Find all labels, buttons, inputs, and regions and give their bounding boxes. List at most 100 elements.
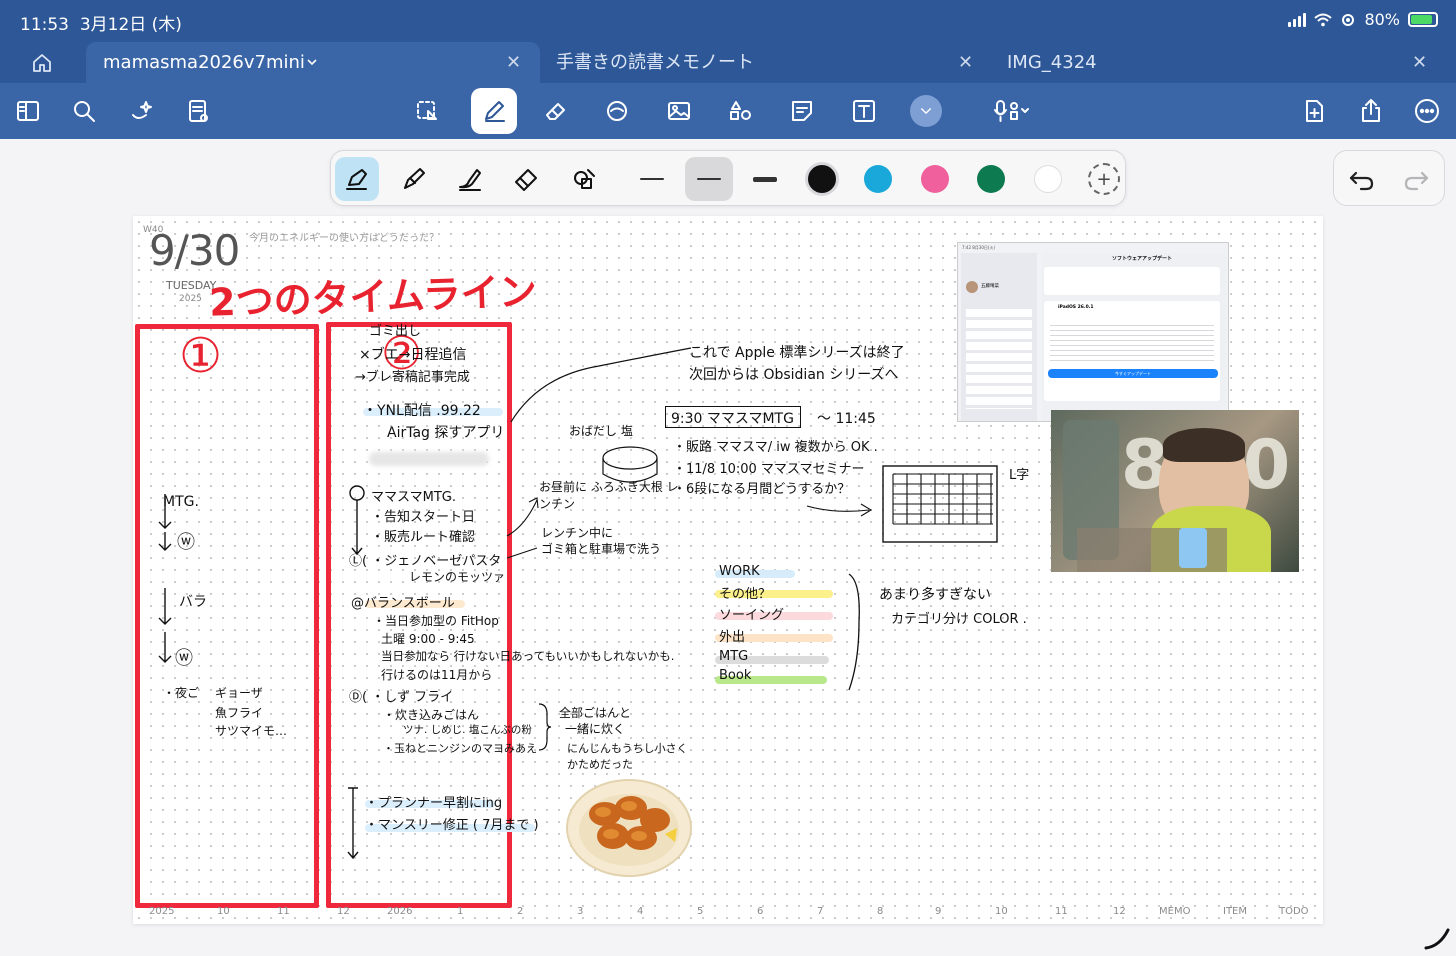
month-index-item[interactable]: 7: [817, 906, 823, 917]
month-index-item[interactable]: 3: [577, 906, 583, 917]
note-rice-detail: ツナ. しめじ. 塩こんぶの粉: [403, 724, 532, 736]
main-toolbar: [0, 83, 1456, 139]
note-planner: ・プランナー早割にing: [365, 796, 503, 811]
color-white[interactable]: [1034, 165, 1062, 193]
note-balance-ball: @バランスボール: [351, 596, 455, 611]
focus-icon: [1342, 13, 1355, 26]
eraser-icon: [546, 103, 565, 120]
stroke-thick[interactable]: [741, 157, 789, 201]
color-black[interactable]: [805, 162, 839, 196]
note-w1: ⓦ: [177, 532, 195, 553]
sidebar-button[interactable]: [10, 93, 46, 129]
battery-percent: 80%: [1364, 10, 1400, 29]
shape-button[interactable]: [599, 93, 635, 129]
ball-pen-button[interactable]: [392, 157, 436, 201]
month-index-item[interactable]: 2: [517, 906, 523, 917]
battery-icon: [1408, 12, 1438, 27]
lasso-icon: [417, 101, 437, 120]
month-index-item[interactable]: MEMO: [1159, 906, 1190, 917]
month-index-item[interactable]: 9: [935, 906, 941, 917]
more-button[interactable]: [1409, 93, 1445, 129]
lasso-button[interactable]: [409, 93, 445, 129]
month-index-item[interactable]: 10: [995, 906, 1008, 917]
home-icon[interactable]: [30, 51, 54, 75]
document-icon: [189, 100, 208, 122]
shot-title: ソフトウェアアップデート: [1112, 256, 1173, 262]
note-fithop: ・当日参加型の FitHop: [373, 614, 499, 628]
note-mtg-end: 〜 11:45: [817, 411, 876, 427]
arrow-furofuki: [506, 497, 539, 559]
highlighter-button[interactable]: [505, 157, 549, 201]
shot-sidebar: 五藤晴菜: [961, 253, 1037, 421]
month-index-item[interactable]: 1: [457, 906, 463, 917]
undo-icon[interactable]: [1346, 165, 1376, 193]
pen-tool-button[interactable]: [471, 88, 517, 134]
more-tools-button[interactable]: [910, 95, 942, 127]
note-carrot: にんじんもうちし小さく: [567, 742, 688, 755]
tab-img[interactable]: IMG_4324 ✕: [990, 42, 1456, 83]
month-index-item[interactable]: 10: [217, 906, 230, 917]
month-index-item[interactable]: 11: [277, 906, 290, 917]
month-index-item[interactable]: 2026: [387, 906, 412, 917]
add-color-icon[interactable]: +: [1088, 163, 1120, 195]
shape-icon: [607, 101, 627, 121]
notebook-page[interactable]: W40 9/30 TUESDAY 2025 今月のエネルギーの使い方はどうだった…: [133, 216, 1323, 924]
pen-icon: [485, 101, 505, 122]
search-icon: [74, 101, 95, 122]
document-button[interactable]: [180, 93, 216, 129]
magic-icon: [132, 101, 152, 119]
elements-button[interactable]: [722, 93, 758, 129]
month-index-item[interactable]: 11: [1055, 906, 1068, 917]
stroke-thin[interactable]: [628, 157, 676, 201]
sticky-note-button[interactable]: [784, 93, 820, 129]
month-index-item[interactable]: 8: [877, 906, 883, 917]
share-icon: [1362, 99, 1380, 122]
fountain-pen-button[interactable]: [335, 157, 379, 201]
close-tab-icon[interactable]: ✕: [1412, 42, 1427, 83]
brush-pen-button[interactable]: [448, 157, 492, 201]
eraser-button[interactable]: [538, 93, 574, 129]
color-green[interactable]: [977, 165, 1005, 193]
month-index-item[interactable]: 5: [697, 906, 703, 917]
month-index-item[interactable]: 4: [637, 906, 643, 917]
color-other: その他？: [719, 587, 772, 602]
color-outing: 外出: [719, 630, 746, 645]
month-index-item[interactable]: TODO: [1279, 906, 1309, 917]
tab-reading-memo[interactable]: 手書きの読書メモノート ✕: [540, 42, 990, 83]
note-same-day: 当日参加なら 行けない日あってもいいかもしれないかも.: [381, 649, 675, 663]
month-index-item[interactable]: 12: [1113, 906, 1126, 917]
mtg-timeline-marker: [349, 485, 365, 556]
magic-button[interactable]: [124, 93, 160, 129]
month-index-item[interactable]: ITEM: [1223, 906, 1247, 917]
month-index-item[interactable]: 2025: [149, 906, 174, 917]
note-w2: ⓦ: [175, 648, 193, 669]
share-button[interactable]: [1353, 93, 1389, 129]
wifi-icon: [1314, 13, 1333, 26]
close-tab-icon[interactable]: ✕: [958, 42, 973, 83]
note-hard: かためだった: [567, 758, 633, 771]
note-renchin: レンチン中に: [541, 526, 614, 540]
close-tab-icon[interactable]: ✕: [506, 42, 521, 83]
month-index-item[interactable]: 6: [757, 906, 763, 917]
timeline-title: 2つのタイムライン: [208, 269, 538, 325]
text-box-button[interactable]: [846, 93, 882, 129]
note-airtag: AirTag 探すアプリ: [387, 425, 505, 441]
note-bara: バラ: [179, 594, 207, 610]
image-button[interactable]: [661, 93, 697, 129]
month-index-item[interactable]: 12: [337, 906, 350, 917]
redo-icon[interactable]: [1402, 165, 1432, 193]
shot-main: ソフトウェアアップデート iPadOS 26.0.1 今すぐアップデート: [1042, 253, 1226, 421]
stroke-medium[interactable]: [685, 157, 733, 201]
note-dinner: Ⓓ( ・しず フライ: [349, 690, 454, 705]
chevron-down-icon: [307, 59, 317, 66]
note-lemon: レモンのモッツァ: [409, 570, 506, 584]
shape-tool-button[interactable]: [563, 157, 607, 201]
tab-mamasma[interactable]: mamasma2026v7mini ✕: [86, 42, 540, 83]
search-button[interactable]: [66, 93, 102, 129]
add-page-button[interactable]: [1296, 93, 1332, 129]
note-dinner-label: ・夜ご: [163, 686, 200, 700]
audio-button[interactable]: [982, 93, 1042, 129]
note-obadashi: おばだし 塩: [569, 424, 633, 438]
color-pink[interactable]: [921, 165, 949, 193]
color-blue[interactable]: [864, 165, 892, 193]
